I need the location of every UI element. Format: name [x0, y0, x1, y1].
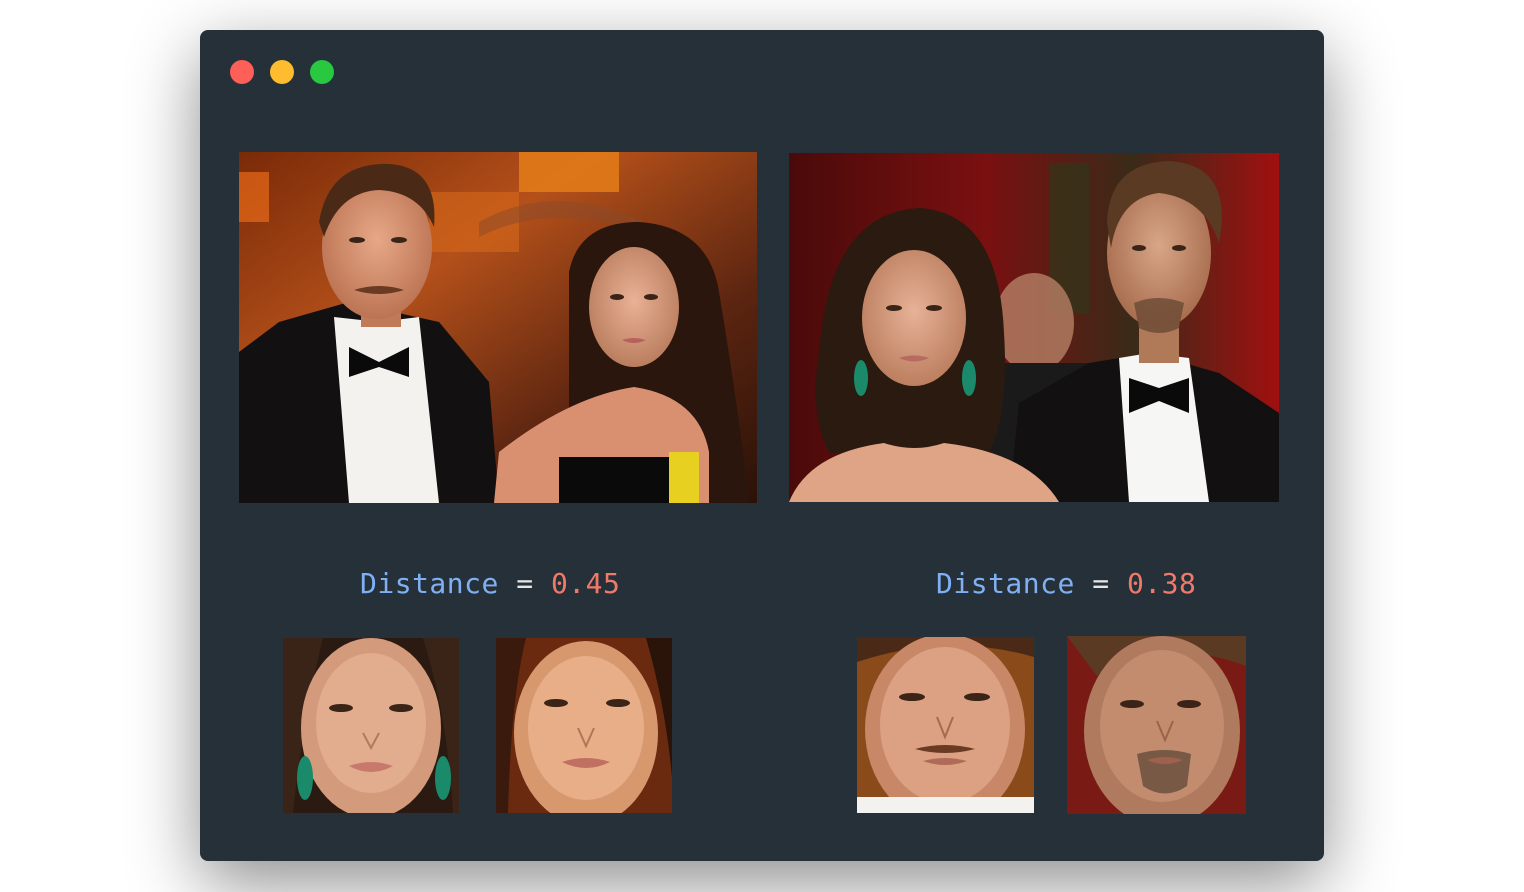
- face-crop-right-1: [857, 637, 1034, 813]
- maximize-button[interactable]: [310, 60, 334, 84]
- event-photo-left: [239, 152, 757, 503]
- face-crop-left-1: [283, 638, 459, 813]
- distance-value: 0.38: [1126, 567, 1197, 600]
- distance-readout-right: Distance = 0.38: [936, 566, 1196, 602]
- distance-readout-left: Distance = 0.45: [360, 566, 620, 602]
- event-photo-right: [789, 153, 1279, 502]
- photo-right-image: [789, 153, 1279, 502]
- equals-operator: =: [1092, 567, 1110, 600]
- photo-left-image: [239, 152, 757, 503]
- distance-label: Distance: [360, 567, 499, 600]
- app-window: Distance = 0.45 Distance = 0.38: [200, 30, 1324, 861]
- distance-value: 0.45: [550, 567, 621, 600]
- face-crop-image: [283, 638, 459, 813]
- face-crop-right-2: [1067, 636, 1246, 814]
- equals-operator: =: [516, 567, 534, 600]
- face-crop-image: [496, 638, 672, 813]
- face-crop-image: [857, 637, 1034, 813]
- face-crop-image: [1067, 636, 1246, 814]
- face-crop-left-2: [496, 638, 672, 813]
- distance-label: Distance: [936, 567, 1075, 600]
- close-button[interactable]: [230, 60, 254, 84]
- minimize-button[interactable]: [270, 60, 294, 84]
